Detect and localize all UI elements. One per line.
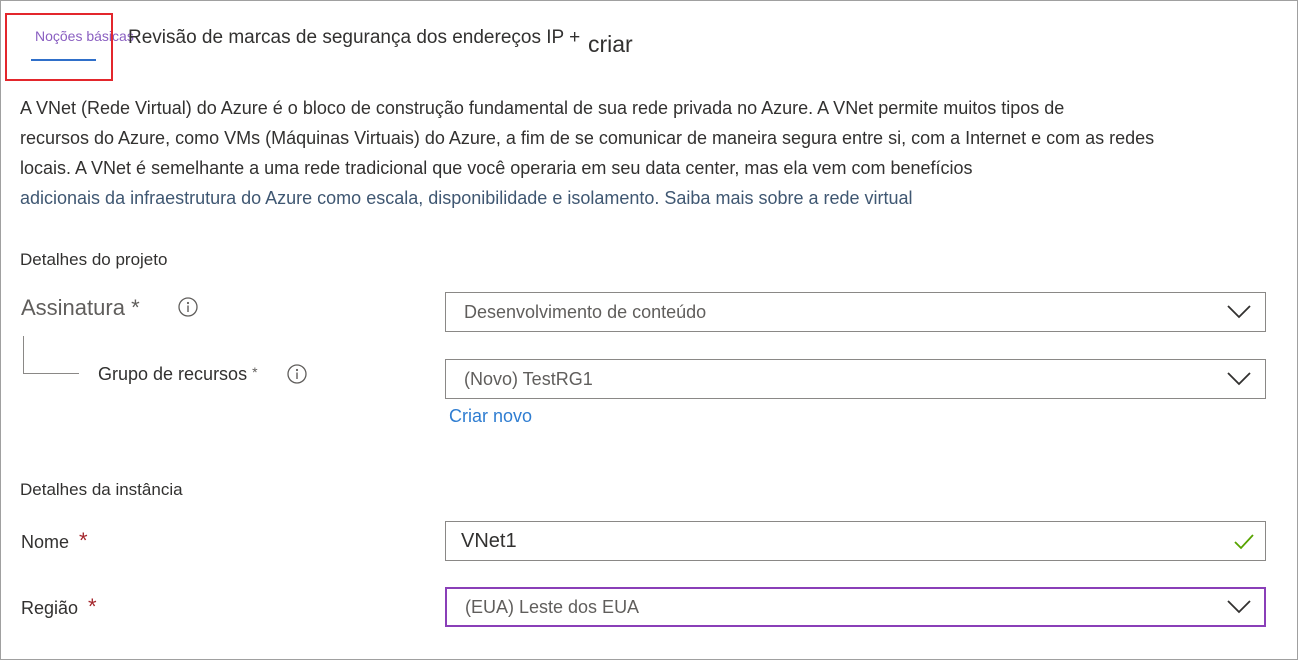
required-asterisk: * — [79, 528, 88, 553]
checkmark-icon — [1234, 534, 1254, 550]
region-label: Região * — [21, 594, 97, 620]
description-line: recursos do Azure, como VMs (Máquinas Vi… — [20, 128, 1155, 148]
name-value: VNet1 — [461, 529, 517, 552]
project-details-title: Detalhes do projeto — [20, 250, 168, 269]
chevron-down-icon — [1227, 305, 1251, 319]
create-new-link[interactable]: Criar novo — [449, 406, 532, 427]
resource-group-dropdown[interactable]: (Novo) TestRG1 — [445, 359, 1266, 399]
required-asterisk: * — [131, 295, 140, 320]
vnet-description: A VNet (Rede Virtual) do Azure é o bloco… — [20, 93, 1296, 213]
tab-basics[interactable]: Noções básicas — [35, 28, 134, 44]
description-line: adicionais da infraestrutura do Azure co… — [20, 183, 1296, 213]
region-dropdown[interactable]: (EUA) Leste dos EUA — [445, 587, 1266, 627]
subscription-label: Assinatura * — [21, 295, 140, 321]
learn-more-link[interactable]: Saiba mais sobre a rede virtual — [664, 188, 912, 208]
description-line-text: adicionais da infraestrutura do Azure co… — [20, 188, 660, 208]
chevron-down-icon — [1227, 372, 1251, 386]
info-icon[interactable] — [287, 364, 307, 384]
resource-group-label: Grupo de recursos * — [98, 364, 258, 385]
active-tab-indicator — [31, 59, 96, 61]
region-value: (EUA) Leste dos EUA — [465, 596, 640, 617]
chevron-down-icon — [1227, 600, 1251, 614]
name-label-text: Nome — [21, 532, 70, 552]
tab-review[interactable]: Revisão de marcas de segurança dos ender… — [128, 27, 580, 49]
name-label: Nome * — [21, 528, 88, 554]
description-line: A VNet (Rede Virtual) do Azure é o bloco… — [20, 98, 1065, 118]
resource-group-value: (Novo) TestRG1 — [464, 368, 593, 389]
tab-create[interactable]: criar — [588, 31, 633, 58]
resource-group-label-text: Grupo de recursos — [98, 364, 248, 384]
required-asterisk: * — [252, 364, 258, 380]
region-label-text: Região — [21, 598, 79, 618]
description-line: locais. A VNet é semelhante a uma rede t… — [20, 158, 973, 178]
info-icon[interactable] — [178, 297, 198, 317]
subscription-value: Desenvolvimento de conteúdo — [464, 301, 707, 322]
subscription-label-text: Assinatura — [21, 295, 125, 320]
required-asterisk: * — [88, 594, 97, 619]
name-input[interactable]: VNet1 — [445, 521, 1266, 561]
tree-connector — [23, 336, 79, 374]
instance-details-title: Detalhes da instância — [20, 480, 183, 499]
subscription-dropdown[interactable]: Desenvolvimento de conteúdo — [445, 292, 1266, 332]
